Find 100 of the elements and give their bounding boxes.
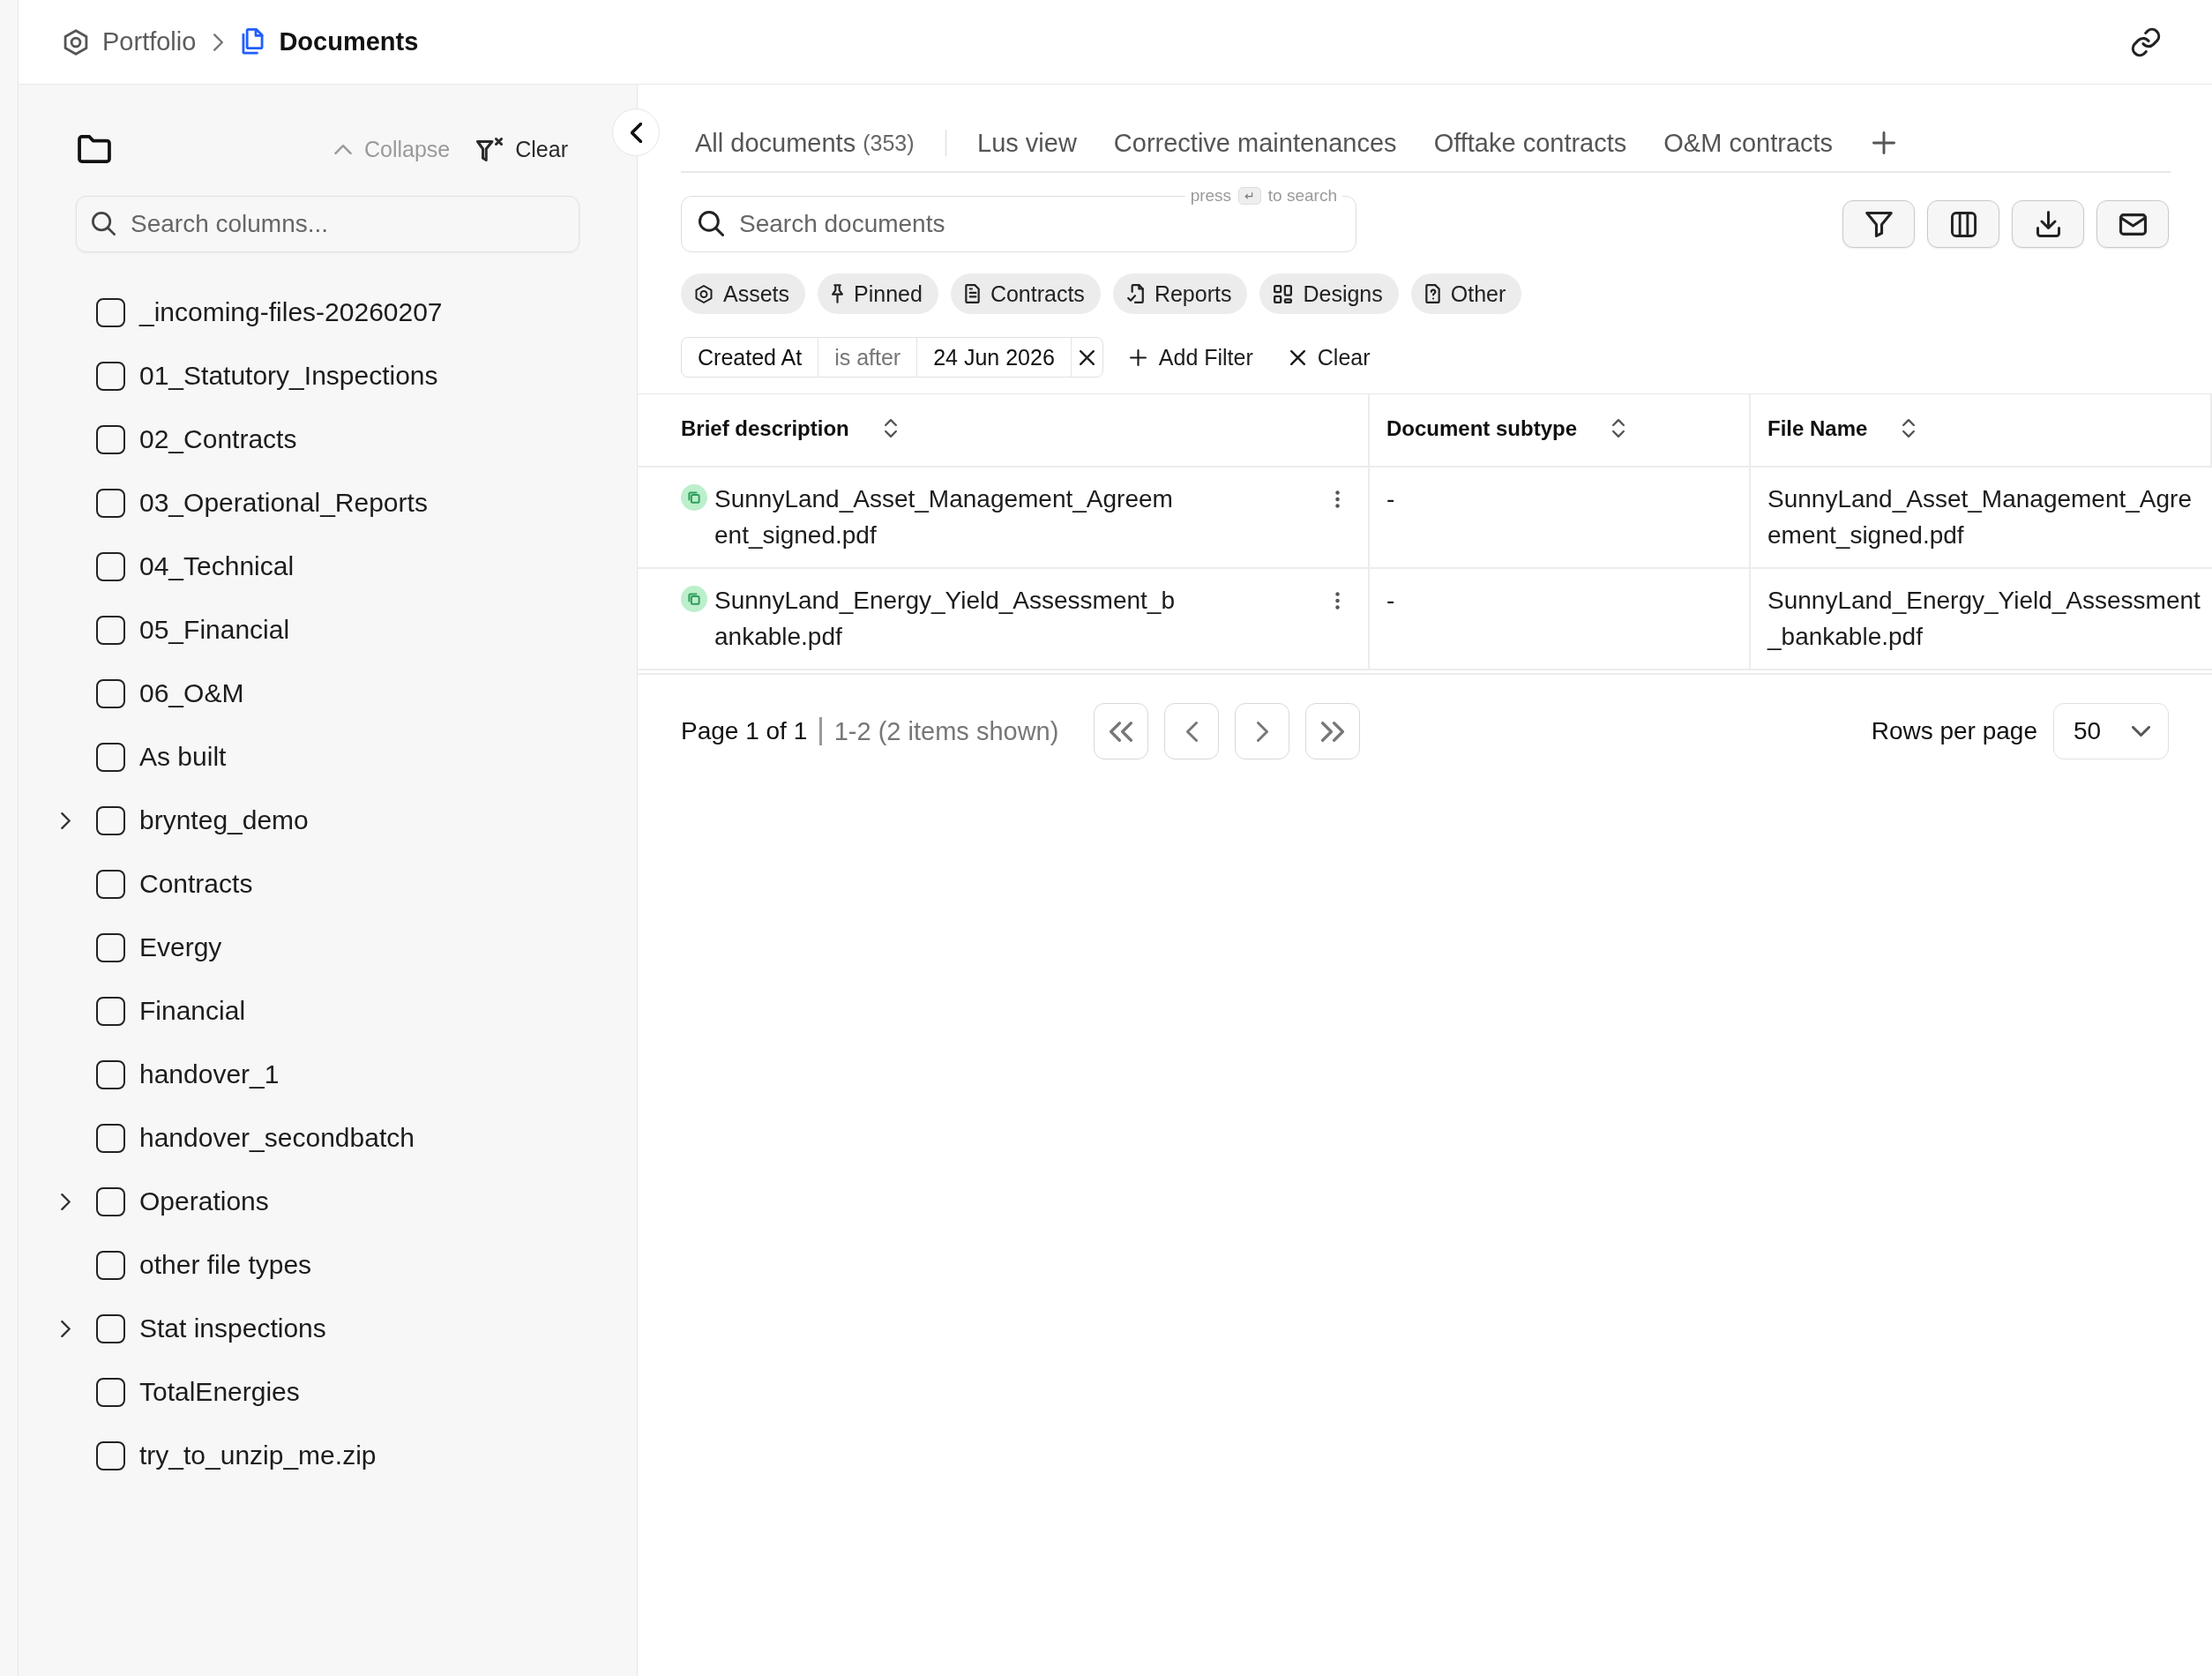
checkbox[interactable] [96, 1186, 125, 1216]
column-header[interactable]: Document subtype [1386, 415, 1625, 441]
last-page-button[interactable] [1305, 703, 1361, 759]
mail-icon [2119, 213, 2147, 236]
file-name: SunnyLand_Energy_Yield_Assessment_bankable.pdf [1767, 586, 2201, 652]
folder-label[interactable]: Evergy [139, 932, 222, 962]
tab[interactable]: Offtake contracts [1415, 115, 1646, 171]
collapse-sidebar-button[interactable] [612, 108, 660, 156]
folder-label[interactable]: brynteg_demo [139, 805, 309, 835]
filter-icon [1865, 211, 1893, 237]
chevron-right-icon[interactable] [60, 1193, 71, 1210]
caret-up-icon [333, 144, 352, 154]
checkbox[interactable] [96, 1059, 125, 1089]
filter-operator[interactable]: is after [818, 338, 918, 377]
checkbox[interactable] [96, 1313, 125, 1343]
checkbox[interactable] [96, 996, 125, 1026]
category-chip[interactable]: Assets [681, 273, 806, 314]
category-chip[interactable]: Other [1410, 273, 1522, 314]
folder-label[interactable]: Operations [139, 1186, 269, 1216]
first-page-button[interactable] [1094, 703, 1149, 759]
folder-label[interactable]: Stat inspections [139, 1313, 326, 1343]
folder-label[interactable]: Contracts [139, 869, 253, 899]
tab[interactable]: O&M contracts [1645, 115, 1852, 171]
folder-label[interactable]: try_to_unzip_me.zip [139, 1440, 377, 1470]
add-filter-button[interactable]: Add Filter [1122, 344, 1260, 370]
chevron-down-icon [2132, 726, 2150, 737]
link-icon[interactable] [2131, 26, 2161, 57]
checkbox[interactable] [96, 1440, 125, 1470]
folder-label[interactable]: handover_1 [139, 1059, 280, 1089]
category-chip[interactable]: Reports [1112, 273, 1248, 314]
checkbox[interactable] [96, 869, 125, 899]
clear-filters-button[interactable]: Clear [1282, 344, 1378, 370]
chevron-right-icon[interactable] [60, 1320, 71, 1337]
folder-label[interactable]: 04_Technical [139, 551, 295, 581]
folder-label[interactable]: _incoming-files-20260207 [139, 297, 443, 327]
checkbox[interactable] [96, 932, 125, 962]
column-header[interactable]: Brief description [681, 415, 897, 441]
filter-value[interactable]: 24 Jun 2026 [917, 338, 1072, 377]
hexagon-icon [64, 28, 88, 56]
category-chip[interactable]: Pinned [818, 273, 938, 314]
column-header[interactable]: File Name [1767, 415, 1916, 441]
filter-button[interactable] [1842, 200, 1915, 248]
sort-icon [1612, 419, 1625, 438]
sort-icon [884, 419, 897, 438]
checkbox[interactable] [96, 742, 125, 772]
folder-label[interactable]: 03_Operational_Reports [139, 488, 428, 518]
checkbox[interactable] [96, 1250, 125, 1280]
folder-label[interactable]: As built [139, 742, 227, 772]
folder-label[interactable]: other file types [139, 1250, 312, 1280]
checkbox[interactable] [96, 551, 125, 581]
folder-label[interactable]: 02_Contracts [139, 424, 297, 454]
columns-button[interactable] [1927, 200, 1999, 248]
checkbox[interactable] [96, 615, 125, 645]
file-name: SunnyLand_Asset_Management_Agreement_signed.pdf [1767, 484, 2193, 550]
sort-icon [1902, 419, 1916, 438]
folder-label[interactable]: TotalEnergies [139, 1377, 300, 1407]
folder-label[interactable]: Financial [139, 996, 246, 1026]
pin-icon [832, 284, 844, 303]
checkbox[interactable] [96, 1123, 125, 1153]
kebab-menu-icon[interactable] [1335, 592, 1340, 610]
subtype-value: - [1386, 587, 1395, 614]
breadcrumb-link[interactable]: Documents [241, 27, 419, 56]
kebab-menu-icon[interactable] [1335, 490, 1340, 508]
close-icon [1079, 349, 1095, 365]
checkbox[interactable] [96, 488, 125, 518]
subtype-value: - [1386, 485, 1395, 513]
column-search-field[interactable]: Search columns... [76, 196, 579, 252]
checkbox[interactable] [96, 361, 125, 391]
tab[interactable]: Corrective maintenances [1095, 115, 1416, 171]
double-chevron-left-icon [1110, 721, 1133, 742]
plus-icon [1129, 348, 1147, 366]
document-name[interactable]: SunnyLand_Asset_Management_Agreement_signed.pdf [714, 481, 1181, 553]
checkbox[interactable] [96, 805, 125, 835]
rows-per-page-select[interactable]: 50 [2053, 703, 2169, 759]
filter-field[interactable]: Created At [682, 338, 819, 377]
checkbox[interactable] [96, 678, 125, 708]
checkbox[interactable] [96, 424, 125, 454]
folder-label[interactable]: 01_Statutory_Inspections [139, 361, 438, 391]
chevron-right-icon[interactable] [60, 812, 71, 829]
breadcrumb-link[interactable]: Portfolio [64, 27, 197, 56]
clear-button[interactable]: Clear [476, 136, 568, 162]
copy-badge-icon [681, 586, 707, 612]
page-indicator: Page 1 of 1 [681, 717, 808, 745]
filter-clear-icon [476, 137, 504, 161]
document-name[interactable]: SunnyLand_Energy_Yield_Assessment_bankable.pdf [714, 582, 1181, 655]
download-button[interactable] [2012, 200, 2084, 248]
email-button[interactable] [2096, 200, 2169, 248]
checkbox[interactable] [96, 1377, 125, 1407]
tab[interactable]: All documents (353) [681, 115, 933, 171]
checkbox[interactable] [96, 297, 125, 327]
chevron-left-icon [1185, 721, 1198, 742]
download-icon [2036, 211, 2060, 237]
category-chip[interactable]: Designs [1259, 273, 1399, 314]
tab[interactable]: Lus view [959, 115, 1095, 171]
folder-label[interactable]: 05_Financial [139, 615, 290, 645]
columns-icon [1950, 211, 1977, 237]
folder-label[interactable]: handover_secondbatch [139, 1123, 415, 1153]
folder-icon [78, 135, 111, 163]
folder-label[interactable]: 06_O&M [139, 678, 244, 708]
category-chip[interactable]: Contracts [950, 273, 1101, 314]
